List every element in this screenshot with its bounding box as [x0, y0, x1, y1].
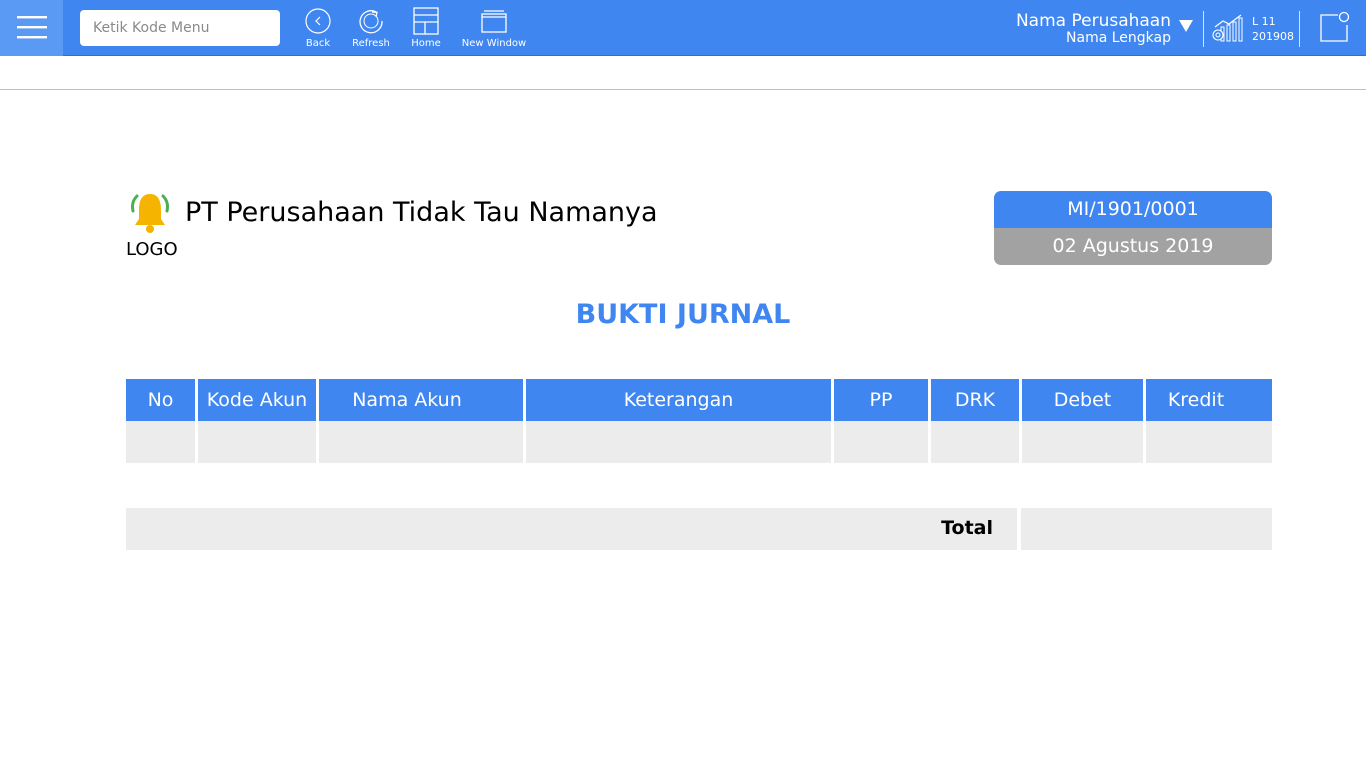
- separator: [1203, 11, 1204, 47]
- notification-icon[interactable]: [1318, 11, 1350, 43]
- menu-code-search-input[interactable]: [80, 10, 280, 46]
- table-cell: [198, 421, 316, 463]
- total-value: [1021, 508, 1272, 550]
- back-button[interactable]: Back: [302, 6, 334, 52]
- logo-label: LOGO: [126, 239, 178, 260]
- refresh-icon: [359, 10, 383, 34]
- new-window-button[interactable]: New Window: [462, 6, 526, 52]
- table-cell: [319, 421, 523, 463]
- table-cell: [931, 421, 1019, 463]
- level-label: L 11: [1252, 15, 1276, 28]
- total-label: Total: [126, 508, 1017, 550]
- column-header-debet: Debet: [1022, 379, 1143, 421]
- bell-logo-icon: [131, 194, 169, 233]
- table-cell: [834, 421, 928, 463]
- column-header-drk: DRK: [931, 379, 1019, 421]
- home-icon: [413, 7, 439, 35]
- document-info-box: MI/1901/0001 02 Agustus 2019: [994, 191, 1272, 265]
- column-header-kredit: Kredit: [1146, 379, 1272, 421]
- home-label: Home: [411, 38, 441, 49]
- company-full-name: Nama Lengkap: [1066, 30, 1171, 46]
- divider: [0, 89, 1366, 90]
- back-label: Back: [305, 38, 331, 49]
- new-window-label: New Window: [461, 38, 527, 49]
- company-name: Nama Perusahaan: [1015, 11, 1171, 31]
- refresh-label: Refresh: [352, 38, 390, 49]
- column-header-keterangan: Keterangan: [526, 379, 831, 421]
- level-info: L 11 201908: [1252, 14, 1294, 44]
- hamburger-icon: [17, 16, 47, 39]
- document-title: BUKTI JURNAL: [575, 299, 791, 330]
- home-button[interactable]: Home: [410, 6, 442, 52]
- refresh-button[interactable]: Refresh: [352, 6, 390, 52]
- separator: [1299, 11, 1300, 47]
- table-cell: [126, 421, 195, 463]
- period-label: 201908: [1252, 30, 1294, 43]
- top-bar: Back Refresh Home: [0, 0, 1366, 56]
- back-icon: [305, 8, 331, 34]
- table-cell: [1022, 421, 1143, 463]
- stats-icon[interactable]: [1211, 13, 1245, 43]
- hamburger-menu-button[interactable]: [0, 0, 63, 56]
- chevron-down-icon[interactable]: [1179, 20, 1193, 32]
- company-selector[interactable]: Nama Perusahaan Nama Lengkap: [1016, 11, 1171, 46]
- new-window-icon: [481, 10, 507, 33]
- document-number: MI/1901/0001: [994, 191, 1272, 228]
- column-header-kode-akun: Kode Akun: [198, 379, 316, 421]
- column-header-nama-akun: Nama Akun: [319, 379, 523, 421]
- table-cell: [526, 421, 831, 463]
- company-title: PT Perusahaan Tidak Tau Namanya: [185, 197, 658, 228]
- document-date: 02 Agustus 2019: [994, 228, 1272, 265]
- table-cell: [1146, 421, 1272, 463]
- column-header-pp: PP: [834, 379, 928, 421]
- column-header-no: No: [126, 379, 195, 421]
